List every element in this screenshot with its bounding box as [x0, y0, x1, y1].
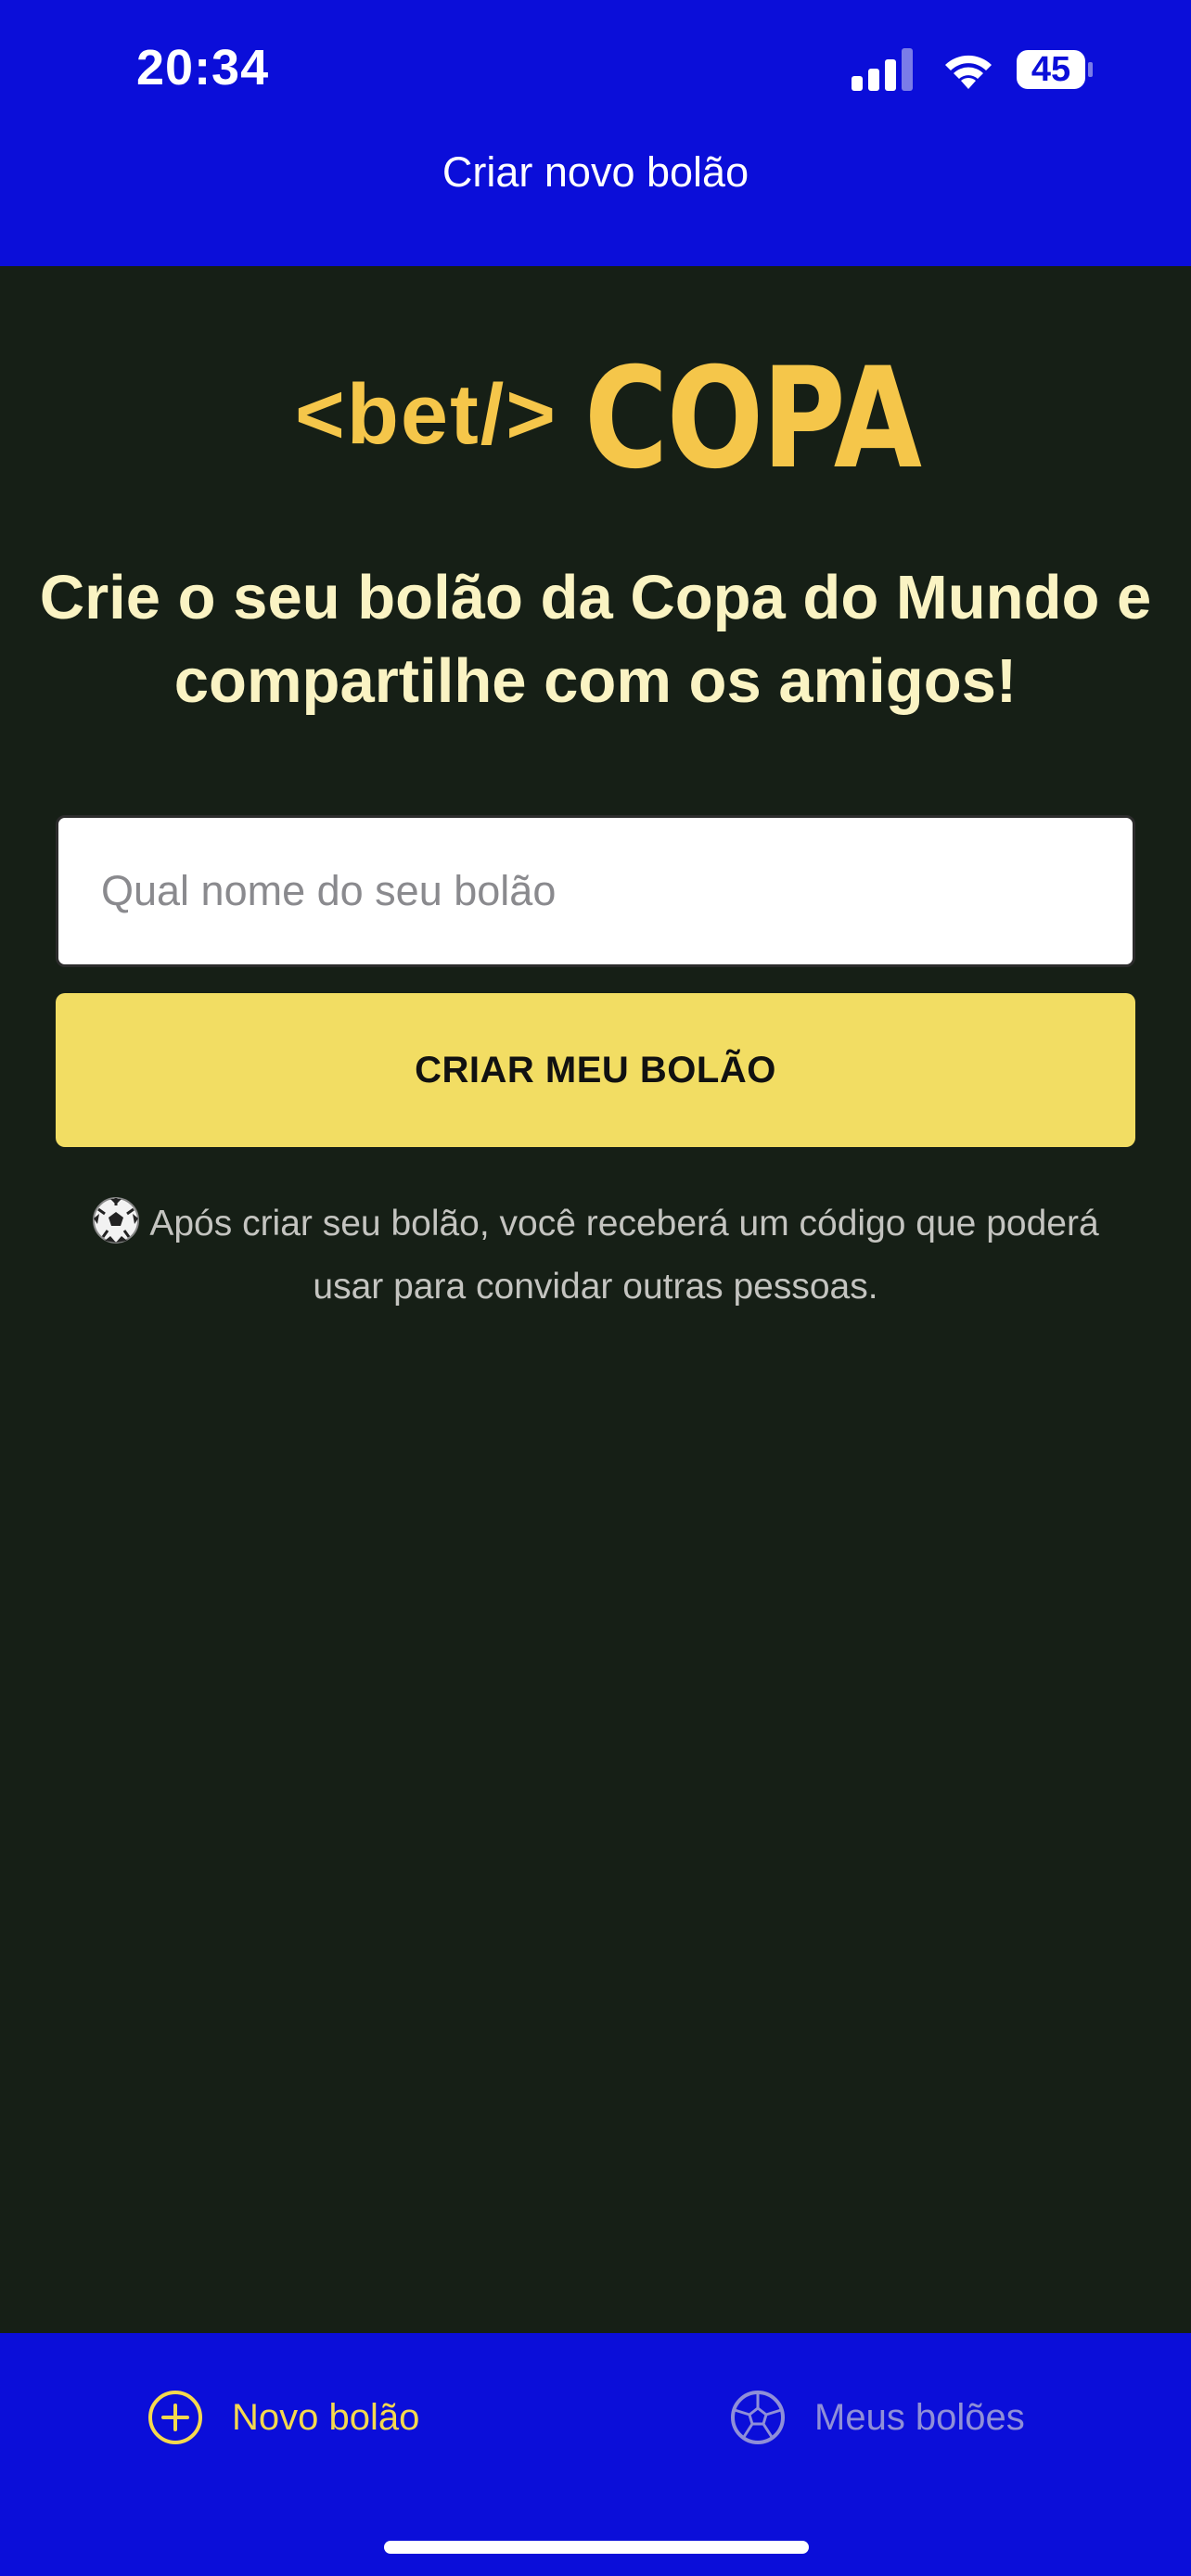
- tab-bar: Novo bolão Meus bolões: [0, 2333, 1191, 2576]
- status-time: 20:34: [136, 40, 270, 96]
- tab-new-pool-label: Novo bolão: [232, 2396, 420, 2438]
- plus-circle-icon: [148, 2391, 202, 2444]
- battery-level: 45: [1031, 50, 1071, 89]
- tab-my-pools-label: Meus bolões: [814, 2396, 1025, 2438]
- top-bar: 20:34 45 Criar novo bolão: [0, 0, 1191, 266]
- logo-word: COPA: [584, 338, 922, 500]
- create-pool-button[interactable]: CRIAR MEU BOLÃO: [56, 993, 1135, 1147]
- logo-prefix: <bet/>: [295, 367, 558, 462]
- home-indicator[interactable]: [384, 2541, 809, 2554]
- info-text: Após criar seu bolão, você receberá um c…: [149, 1204, 1099, 1307]
- info-message: Após criar seu bolão, você receberá um c…: [74, 1192, 1117, 1319]
- soccer-ball-icon: [93, 1197, 140, 1243]
- status-icons: 45: [852, 48, 1098, 95]
- cellular-signal-icon: [852, 48, 913, 91]
- tab-my-pools[interactable]: Meus bolões: [729, 2385, 1025, 2450]
- headline: Crie o seu bolão da Copa do Mundo e comp…: [39, 563, 1152, 716]
- soccer-ball-icon: [731, 2391, 785, 2444]
- pool-name-input[interactable]: [56, 815, 1135, 967]
- page-title: Criar novo bolão: [442, 148, 749, 196]
- tab-new-pool[interactable]: Novo bolão: [147, 2385, 419, 2450]
- wifi-icon: [945, 55, 992, 89]
